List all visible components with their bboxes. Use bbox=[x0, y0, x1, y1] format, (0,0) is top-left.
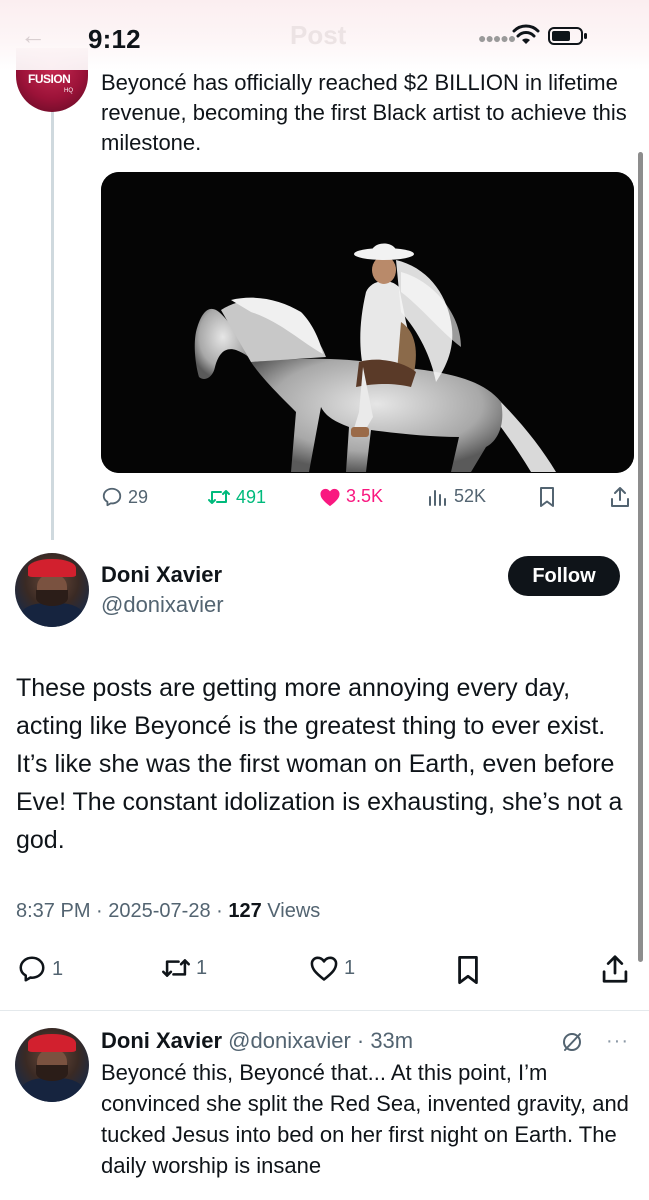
author-name[interactable]: Doni Xavier bbox=[101, 562, 222, 588]
share-icon bbox=[602, 955, 628, 983]
reply-header: Doni Xavier @donixavier · 33m bbox=[101, 1028, 413, 1054]
repost-icon bbox=[208, 490, 230, 504]
repost-action[interactable]: 1 bbox=[160, 954, 207, 982]
back-arrow-icon[interactable]: ← bbox=[20, 20, 46, 51]
like-action[interactable]: 1 bbox=[308, 954, 355, 982]
repost-count: 491 bbox=[236, 486, 267, 507]
reply-post-text: Beyoncé this, Beyoncé that... At this po… bbox=[101, 1060, 629, 1178]
grok-icon[interactable] bbox=[560, 1030, 584, 1054]
main-post-text: These posts are getting more annoying ev… bbox=[16, 674, 623, 854]
bookmark-action[interactable] bbox=[454, 954, 482, 986]
avatar-logo-text: FUSION bbox=[28, 72, 71, 86]
share-action[interactable] bbox=[600, 954, 630, 984]
repost-icon bbox=[161, 959, 190, 977]
views-action[interactable]: 52K bbox=[427, 486, 486, 507]
main-post-actions: 1 1 1 bbox=[16, 954, 634, 990]
views-icon bbox=[429, 489, 446, 506]
repost-count: 1 bbox=[196, 956, 208, 979]
status-bar: ← Post 9:12 ●●●●● bbox=[0, 0, 649, 70]
wifi-icon bbox=[512, 24, 540, 44]
reply-icon bbox=[102, 487, 122, 507]
share-icon bbox=[611, 487, 629, 507]
views-count: 52K bbox=[454, 486, 487, 506]
like-action[interactable]: 3.5K bbox=[319, 486, 383, 507]
divider bbox=[0, 1010, 649, 1011]
reply-count: 29 bbox=[128, 486, 149, 507]
bookmark-icon bbox=[540, 487, 554, 507]
like-count: 3.5K bbox=[346, 486, 384, 506]
like-count: 1 bbox=[344, 956, 356, 979]
parent-post-actions: 29 491 3.5K 52K bbox=[101, 486, 634, 518]
reply-action[interactable]: 29 bbox=[101, 486, 148, 508]
like-icon bbox=[310, 956, 338, 981]
reply-action[interactable]: 1 bbox=[16, 954, 63, 984]
post-image[interactable] bbox=[101, 172, 634, 473]
thread-connector-line bbox=[51, 110, 54, 540]
parent-post-text: Beyoncé has officially reached $2 BILLIO… bbox=[101, 70, 627, 155]
reply-icon bbox=[19, 956, 45, 982]
follow-button[interactable]: Follow bbox=[508, 556, 620, 596]
avatar[interactable] bbox=[15, 553, 89, 627]
battery-icon bbox=[548, 27, 587, 45]
reply-handle-time[interactable]: @donixavier · 33m bbox=[222, 1028, 413, 1053]
repost-action[interactable]: 491 bbox=[207, 486, 266, 508]
post-metadata: 8:37 PM · 2025-07-28 · 127 Views bbox=[16, 900, 320, 923]
views-label: Views bbox=[261, 900, 321, 922]
like-icon bbox=[320, 488, 340, 506]
share-action[interactable] bbox=[609, 486, 631, 508]
avatar[interactable] bbox=[15, 1028, 89, 1102]
reply-count: 1 bbox=[52, 957, 64, 980]
avatar-logo-subtext: HQ bbox=[64, 88, 73, 94]
author-handle[interactable]: @donixavier bbox=[101, 592, 224, 618]
more-icon[interactable]: ··· bbox=[606, 1030, 629, 1053]
bookmark-action[interactable] bbox=[537, 486, 557, 508]
reply-author-name[interactable]: Doni Xavier bbox=[101, 1028, 222, 1053]
status-time: 9:12 bbox=[88, 24, 141, 54]
bookmark-icon bbox=[458, 956, 478, 984]
horse-rider-illustration bbox=[101, 172, 634, 473]
signal-icon: ●●●●● bbox=[478, 30, 516, 46]
views-count: 127 bbox=[228, 900, 262, 922]
header-title: Post bbox=[290, 20, 347, 50]
post-timestamp: 8:37 PM · 2025-07-28 · bbox=[16, 900, 229, 922]
scrollbar[interactable] bbox=[638, 152, 643, 962]
